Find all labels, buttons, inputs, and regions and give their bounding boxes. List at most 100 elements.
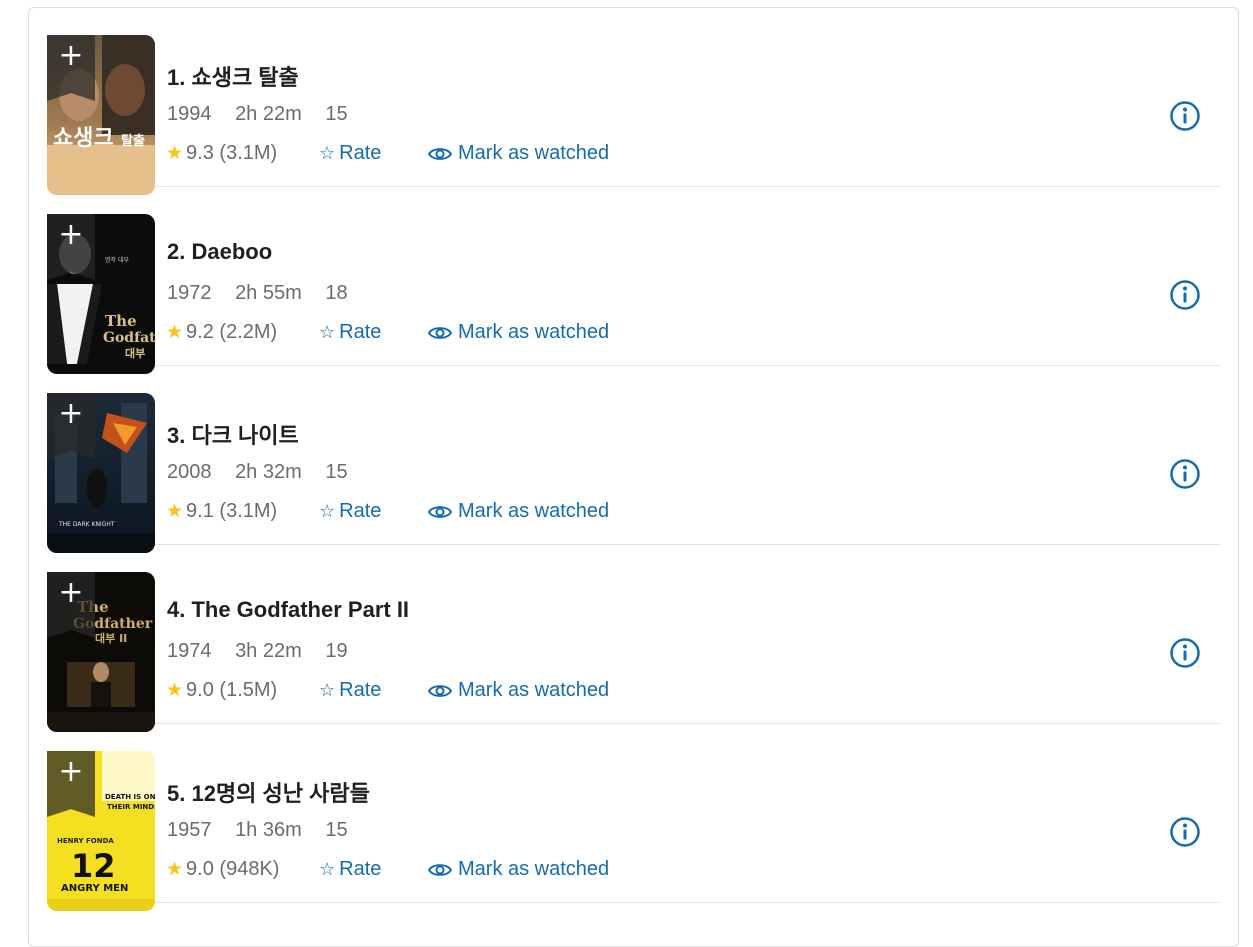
poster-image[interactable]: DEATH IS ON THEIR MINDS! HENRY FONDA 12 … [47, 751, 155, 911]
info-circle-icon [1170, 459, 1200, 489]
poster-image[interactable]: 쇼생크 탈출 + [47, 35, 155, 195]
movie-year: 1972 [167, 282, 212, 304]
watched-label: Mark as watched [458, 858, 610, 880]
add-to-watchlist-button[interactable]: + [47, 393, 95, 459]
rate-label: Rate [339, 321, 382, 343]
star-outline-icon: ☆ [319, 143, 336, 164]
mark-as-watched-button[interactable]: Mark as watched [427, 500, 610, 523]
svg-text:Godfather: Godfather [103, 330, 155, 346]
movie-meta: 1972 2h 55m 18 [167, 282, 366, 305]
info-button[interactable] [1169, 458, 1201, 490]
rating-value: 9.0 [186, 858, 214, 880]
vote-count: (3.1M) [219, 142, 278, 164]
rating-value: 9.0 [186, 679, 214, 701]
info-button[interactable] [1169, 637, 1201, 669]
movie-certificate: 18 [325, 282, 348, 304]
movie-certificate: 19 [325, 640, 348, 662]
svg-text:THE DARK KNIGHT: THE DARK KNIGHT [58, 521, 115, 528]
info-circle-icon [1170, 817, 1200, 847]
info-circle-icon [1170, 101, 1200, 131]
mark-as-watched-button[interactable]: Mark as watched [427, 321, 609, 344]
info-button[interactable] [1169, 100, 1201, 132]
list-item: THE DARK KNIGHT + 3. 다크 나이트 2008 2h 32m … [47, 366, 1221, 553]
add-to-watchlist-button[interactable]: + [47, 214, 95, 280]
svg-text:명작 대부: 명작 대부 [105, 256, 129, 264]
svg-text:쇼생크: 쇼생크 [53, 126, 114, 151]
svg-text:대부 II: 대부 II [95, 631, 127, 645]
star-outline-icon: ☆ [319, 680, 336, 701]
movie-title[interactable]: 5. 12명의 성난 사람들 [167, 776, 370, 808]
chart-list: 쇼생크 탈출 + 1. 쇼생크 탈출 1994 2h 22m 15 ★ 9.3 (… [28, 7, 1239, 947]
movie-certificate: 15 [325, 819, 348, 841]
vote-count: (1.5M) [219, 679, 278, 701]
imdb-rating: ★ 9.1 (3.1M) [166, 500, 277, 523]
add-to-watchlist-button[interactable]: + [47, 572, 95, 638]
movie-title[interactable]: 1. 쇼생크 탈출 [167, 60, 299, 92]
movie-year: 1974 [167, 640, 212, 662]
eye-icon [427, 327, 453, 339]
info-circle-icon [1170, 638, 1200, 668]
watched-label: Mark as watched [458, 679, 610, 701]
eye-icon [427, 864, 453, 876]
movie-runtime: 1h 36m [235, 819, 302, 841]
rate-button[interactable]: ☆ Rate [319, 500, 381, 523]
movie-certificate: 15 [325, 461, 348, 483]
mark-as-watched-button[interactable]: Mark as watched [427, 679, 610, 702]
movie-runtime: 2h 32m [235, 461, 302, 483]
rate-button[interactable]: ☆ Rate [319, 858, 381, 881]
vote-count: (948K) [219, 858, 280, 880]
plus-icon: + [58, 754, 84, 789]
list-item: The Godfather 대부 II + 4. The Godfather P… [47, 545, 1221, 732]
poster-image[interactable]: The Godfather 대부 II + [47, 572, 155, 732]
svg-text:12: 12 [71, 847, 116, 885]
plus-icon: + [58, 217, 84, 252]
star-outline-icon: ☆ [319, 322, 336, 343]
poster-image[interactable]: The Godfather 대부 명작 대부 + [47, 214, 155, 374]
mark-as-watched-button[interactable]: Mark as watched [427, 858, 610, 881]
star-filled-icon: ★ [166, 858, 184, 880]
rate-button[interactable]: ☆ Rate [319, 321, 381, 344]
movie-year: 1994 [167, 103, 212, 125]
watched-label: Mark as watched [458, 500, 610, 522]
svg-text:DEATH IS ON: DEATH IS ON [105, 793, 155, 801]
imdb-rating: ★ 9.0 (1.5M) [166, 679, 277, 702]
poster-image[interactable]: THE DARK KNIGHT + [47, 393, 155, 553]
list-item: DEATH IS ON THEIR MINDS! HENRY FONDA 12 … [47, 724, 1221, 911]
movie-title[interactable]: 3. 다크 나이트 [167, 418, 299, 450]
info-button[interactable] [1169, 816, 1201, 848]
movie-runtime: 2h 22m [235, 103, 302, 125]
star-outline-icon: ☆ [319, 859, 336, 880]
info-button[interactable] [1169, 279, 1201, 311]
rate-button[interactable]: ☆ Rate [319, 679, 381, 702]
rate-label: Rate [339, 142, 382, 164]
movie-meta: 1974 3h 22m 19 [167, 640, 366, 663]
rating-value: 9.2 [186, 321, 214, 343]
movie-title[interactable]: 4. The Godfather Part II [167, 597, 409, 623]
imdb-rating: ★ 9.3 (3.1M) [166, 142, 277, 165]
movie-runtime: 3h 22m [235, 640, 302, 662]
svg-text:탈출: 탈출 [121, 133, 145, 149]
star-filled-icon: ★ [166, 142, 184, 164]
info-circle-icon [1170, 280, 1200, 310]
watched-label: Mark as watched [458, 142, 610, 164]
movie-meta: 1994 2h 22m 15 [167, 103, 366, 126]
vote-count: (3.1M) [219, 500, 278, 522]
rate-label: Rate [339, 858, 382, 880]
list-item: The Godfather 대부 명작 대부 + 2. Daeboo 1972 … [47, 187, 1221, 374]
movie-title[interactable]: 2. Daeboo [167, 239, 272, 265]
svg-text:THEIR MINDS!: THEIR MINDS! [107, 803, 155, 811]
vote-count: (2.2M) [219, 321, 278, 343]
star-filled-icon: ★ [166, 679, 184, 701]
movie-certificate: 15 [325, 103, 348, 125]
plus-icon: + [58, 396, 84, 431]
imdb-rating: ★ 9.2 (2.2M) [166, 321, 277, 344]
add-to-watchlist-button[interactable]: + [47, 35, 95, 101]
add-to-watchlist-button[interactable]: + [47, 751, 95, 817]
rate-button[interactable]: ☆ Rate [319, 142, 381, 165]
movie-year: 1957 [167, 819, 212, 841]
rating-value: 9.1 [186, 500, 214, 522]
mark-as-watched-button[interactable]: Mark as watched [427, 142, 610, 165]
rating-value: 9.3 [186, 142, 214, 164]
svg-text:ANGRY MEN: ANGRY MEN [61, 883, 128, 894]
imdb-rating: ★ 9.0 (948K) [166, 858, 279, 881]
